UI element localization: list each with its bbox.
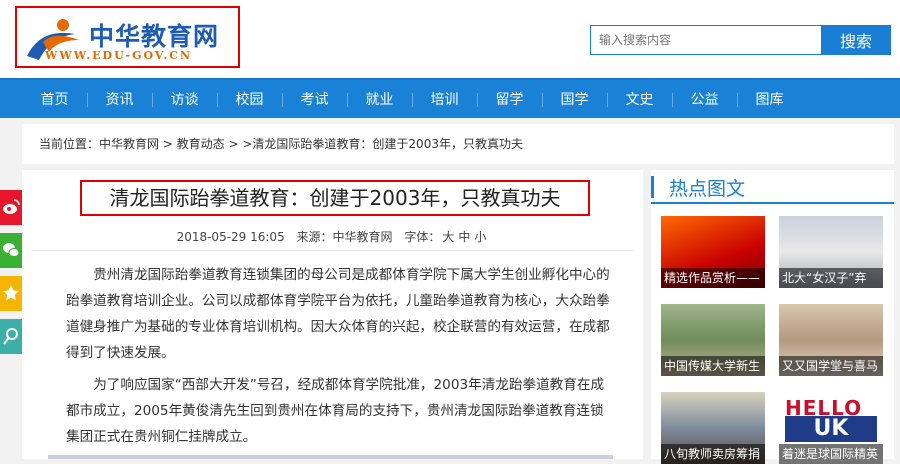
share-tencent-weibo[interactable] [0,319,22,354]
site-header: 中华教育网 WWW.EDU-GOV.CN 搜索 [0,0,900,78]
hot-picture-caption: 又又国学堂与喜马 [779,356,883,376]
article-image-top-edge [48,455,613,459]
logo-text: 中华教育网 [89,22,220,51]
nav-item-gallery[interactable]: 图库 [737,80,802,120]
search-button[interactable]: 搜索 [821,25,891,55]
nav-item-training[interactable]: 培训 [412,80,477,120]
font-medium-link[interactable]: 中 [458,230,470,244]
nav-item-charity[interactable]: 公益 [672,80,737,120]
tencent-weibo-icon [3,328,18,345]
font-label: 字体： [404,230,441,244]
font-small-link[interactable]: 小 [474,230,486,244]
hot-pictures-panel: 热点图文 精选作品赏析—— 北大“女汉子”弃 中国传媒大学新生 又又国学堂与喜马… [651,170,894,464]
nav-item-exam[interactable]: 考试 [282,80,347,120]
article-paragraph: 贵州清龙国际跆拳道教育连锁集团的母公司是成都体育学院下属大学生创业孵化中心的跆拳… [66,267,610,361]
font-size-label: 字体：大中小 [404,230,488,244]
nav-item-interview[interactable]: 访谈 [152,80,217,120]
nav-item-campus[interactable]: 校园 [217,80,282,120]
hot-picture-caption: 八旬教师卖房筹捐 [661,444,765,464]
article-title-box: 清龙国际跆拳道教育：创建于2003年，只教真功夫 [80,180,590,216]
hot-picture-caption: 中国传媒大学新生 [661,356,765,376]
share-wechat[interactable] [0,233,22,268]
hot-picture-caption: 精选作品赏析—— [661,268,765,288]
font-large-link[interactable]: 大 [442,230,454,244]
search-input[interactable] [590,25,822,55]
hot-picture-item[interactable]: 北大“女汉子”弃 [779,216,883,288]
breadcrumb[interactable]: 当前位置：中华教育网 > 教育动态 > >清龙国际跆拳道教育：创建于2003年，… [22,124,894,164]
hot-picture-caption: 着迷是球国际精英 [779,444,883,464]
nav-item-news[interactable]: 资讯 [87,80,152,120]
thumb-uk-text: UK [785,416,877,442]
qzone-icon [3,285,19,301]
nav-item-guoxue[interactable]: 国学 [542,80,607,120]
nav-item-employment[interactable]: 就业 [347,80,412,120]
hot-pictures-header: 热点图文 [651,170,894,204]
header-accent-bar [651,176,654,198]
site-logo[interactable]: 中华教育网 WWW.EDU-GOV.CN [15,6,240,68]
hot-picture-item[interactable]: 中国传媒大学新生 [661,304,765,376]
article-panel: 清龙国际跆拳道教育：创建于2003年，只教真功夫 2018-05-29 16:0… [22,170,643,459]
article-paragraph: 为了响应国家“西部大开发”号召，经成都体育学院批准，2003年清龙跆拳道教育在成… [66,377,605,445]
search-bar: 搜索 [590,25,891,55]
hot-picture-item[interactable]: 又又国学堂与喜马 [779,304,883,376]
meta-divider [32,250,633,251]
hot-pictures-title: 热点图文 [669,178,746,200]
weibo-icon [3,199,20,214]
share-qzone[interactable] [0,276,22,311]
article-date: 2018-05-29 16:05 [176,230,285,244]
article-meta: 2018-05-29 16:05 来源：中华教育网 字体：大中小 [22,228,643,245]
article-source: 来源：中华教育网 [296,230,393,244]
main-nav: 首页 资讯 访谈 校园 考试 就业 培训 留学 国学 文史 公益 图库 [0,78,900,118]
nav-item-study-abroad[interactable]: 留学 [477,80,542,120]
nav-item-history[interactable]: 文史 [607,80,672,120]
logo-url: WWW.EDU-GOV.CN [45,49,193,62]
wechat-icon [3,243,20,257]
hot-picture-item[interactable]: 精选作品赏析—— [661,216,765,288]
nav-item-home[interactable]: 首页 [22,80,87,120]
hot-picture-item[interactable]: 八旬教师卖房筹捐 [661,392,765,464]
share-weibo[interactable] [0,190,22,225]
hot-picture-item[interactable]: HELLO UK 着迷是球国际精英 [779,392,883,464]
article-title: 清龙国际跆拳道教育：创建于2003年，只教真功夫 [109,186,561,210]
hot-picture-caption: 北大“女汉子”弃 [779,268,883,288]
